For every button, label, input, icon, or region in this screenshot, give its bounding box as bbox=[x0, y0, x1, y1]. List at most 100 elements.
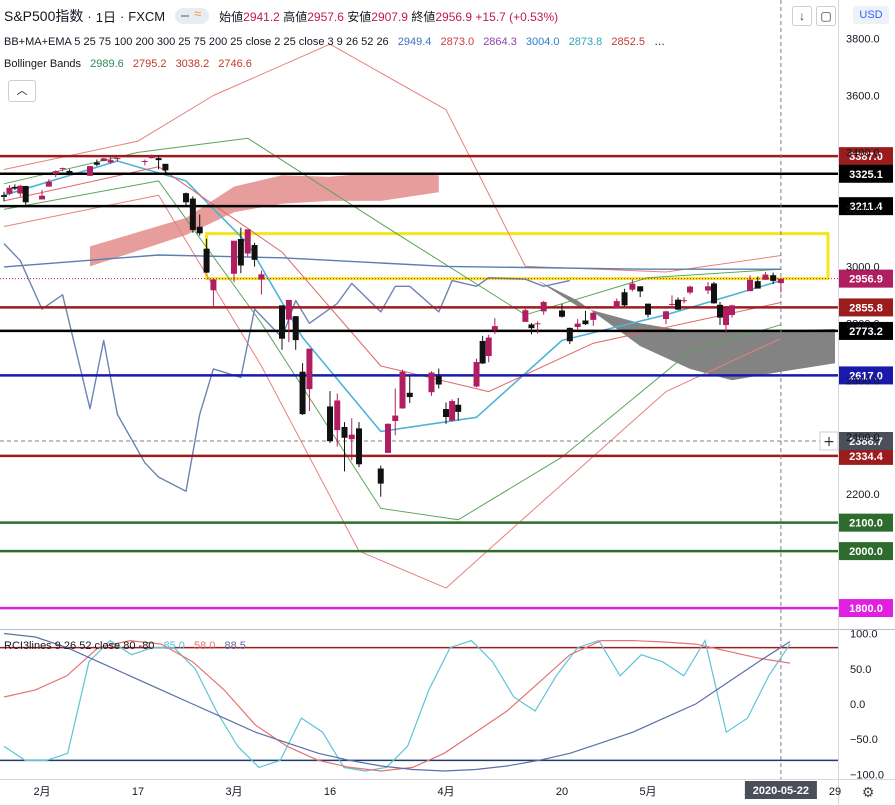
price-tick-label: 3400.0 bbox=[846, 147, 880, 159]
candle-body bbox=[455, 404, 462, 412]
candle-body bbox=[485, 337, 492, 357]
candle-body bbox=[559, 310, 565, 317]
change-value: +15.7 (+0.53%) bbox=[475, 9, 559, 24]
candle-body bbox=[663, 311, 669, 320]
high-value: 2957.6 bbox=[307, 9, 344, 24]
level-label: 2334.4 bbox=[849, 451, 884, 463]
low-label: 安値 bbox=[347, 9, 372, 24]
candle-body bbox=[148, 156, 155, 159]
candle-body bbox=[435, 376, 442, 385]
interval-label[interactable]: 1日 bbox=[96, 7, 116, 26]
price-tick-label: 3600.0 bbox=[846, 90, 880, 102]
candle-body bbox=[279, 305, 285, 339]
open-value: 2941.2 bbox=[243, 9, 280, 24]
fullscreen-icon[interactable]: ▢ bbox=[816, 6, 836, 26]
bollinger-value: 2746.6 bbox=[218, 58, 252, 70]
candle-body bbox=[534, 323, 541, 325]
candle-body bbox=[528, 324, 535, 329]
candle-body bbox=[66, 170, 73, 174]
price-tick-label: 3800.0 bbox=[846, 34, 880, 46]
rci-tick-label: 50.0 bbox=[850, 664, 871, 676]
open-label: 始値 bbox=[219, 9, 244, 24]
candle-body bbox=[6, 187, 13, 194]
candle-body bbox=[203, 248, 210, 273]
candle-body bbox=[107, 160, 114, 163]
collapse-legend-icon[interactable]: ︿ bbox=[8, 80, 36, 102]
bbma-value: 2949.4 bbox=[397, 36, 432, 48]
candle-body bbox=[399, 371, 406, 409]
candle-body bbox=[348, 434, 355, 440]
rci-value: 88.5 bbox=[224, 640, 246, 652]
bbma-value: 3004.0 bbox=[525, 36, 560, 48]
level-label: 2000.0 bbox=[849, 546, 883, 558]
candle-body bbox=[385, 423, 391, 453]
candle-body bbox=[327, 406, 333, 442]
bbma-value: 2864.3 bbox=[483, 36, 517, 48]
rci-indicator-legend[interactable]: RCI3lines 9 26 52 close 80 -80 85.0 58.0… bbox=[4, 640, 246, 652]
time-tick-label: 3月 bbox=[225, 786, 242, 798]
candle-body bbox=[406, 392, 413, 398]
scroll-down-icon[interactable]: ↓ bbox=[792, 6, 812, 26]
bbma-indicator-label: BB+MA+EMA 5 25 75 100 200 300 25 75 200 … bbox=[4, 36, 389, 48]
symbol-name[interactable]: S&P500指数 bbox=[4, 6, 83, 26]
candle-body bbox=[45, 181, 52, 187]
low-value: 2907.9 bbox=[371, 9, 408, 24]
settings-gear-icon[interactable]: ⚙ bbox=[862, 785, 875, 801]
line-bb-green-up bbox=[3, 137, 781, 316]
candle-body bbox=[285, 299, 292, 320]
candle-body bbox=[754, 281, 761, 289]
rci-tick-label: 100.0 bbox=[850, 629, 878, 641]
candle-body bbox=[292, 316, 299, 341]
candle-body bbox=[114, 158, 121, 160]
price-tick-label: 2400.0 bbox=[846, 432, 880, 444]
candle-body bbox=[183, 193, 189, 203]
time-tick-label: 5月 bbox=[639, 786, 656, 798]
separator: · bbox=[119, 8, 125, 24]
price-axis: 3387.03325.13211.42855.82773.22617.02334… bbox=[819, 34, 893, 781]
time-tick-label: 29 bbox=[829, 786, 841, 798]
candle-body bbox=[17, 185, 24, 194]
candle-body bbox=[22, 186, 29, 203]
candle-body bbox=[582, 320, 589, 325]
candle-body bbox=[729, 305, 735, 316]
bbma-indicator-legend[interactable]: BB+MA+EMA 5 25 75 100 200 300 25 75 200 … bbox=[4, 36, 665, 48]
candle-body bbox=[681, 300, 687, 302]
price-tick-label: 2800.0 bbox=[846, 318, 880, 330]
bollinger-indicator-legend[interactable]: Bollinger Bands 2989.6 2795.2 3038.2 274… bbox=[4, 58, 252, 70]
candle-body bbox=[777, 278, 784, 284]
candle-body bbox=[244, 229, 251, 254]
price-tick-label: 3000.0 bbox=[846, 261, 880, 273]
price-chart[interactable]: 3387.03325.13211.42855.82773.22617.02334… bbox=[0, 0, 895, 805]
level-label: 2855.8 bbox=[849, 302, 883, 314]
candle-body bbox=[39, 195, 45, 200]
price-tick-label: 3200.0 bbox=[846, 204, 880, 216]
candle-body bbox=[377, 468, 384, 484]
candle-body bbox=[522, 310, 529, 322]
candle-body bbox=[491, 326, 498, 331]
candle-body bbox=[637, 286, 644, 292]
ohlc-readout: 始値2941.2 高値2957.6 安値2907.9 終値2956.9 +15.… bbox=[219, 8, 558, 25]
candle-body bbox=[141, 160, 148, 162]
cloud-red-area bbox=[90, 172, 439, 267]
candle-body bbox=[155, 158, 162, 161]
candle-body bbox=[770, 275, 777, 281]
rci-value: 85.0 bbox=[163, 640, 185, 652]
add-alert-icon-glyph: + bbox=[823, 434, 835, 450]
candle-body bbox=[210, 279, 217, 291]
candle-body bbox=[645, 303, 651, 315]
candle-body bbox=[747, 279, 753, 292]
bbma-value: 2873.8 bbox=[568, 36, 603, 48]
candle-body bbox=[231, 240, 237, 274]
candle-body bbox=[87, 166, 93, 176]
time-tick-label: 16 bbox=[324, 786, 336, 798]
high-label: 高値 bbox=[283, 9, 308, 24]
rci-line-rci26 bbox=[3, 639, 791, 772]
currency-badge[interactable]: USD bbox=[853, 6, 889, 24]
rci-line-rci52 bbox=[3, 632, 791, 772]
candle-body bbox=[93, 162, 100, 165]
more-icon[interactable]: … bbox=[654, 36, 665, 48]
candle-body bbox=[196, 226, 203, 234]
grid-layer bbox=[0, 0, 895, 805]
time-tick-label: 2月 bbox=[33, 786, 50, 798]
candle-body bbox=[473, 362, 480, 387]
